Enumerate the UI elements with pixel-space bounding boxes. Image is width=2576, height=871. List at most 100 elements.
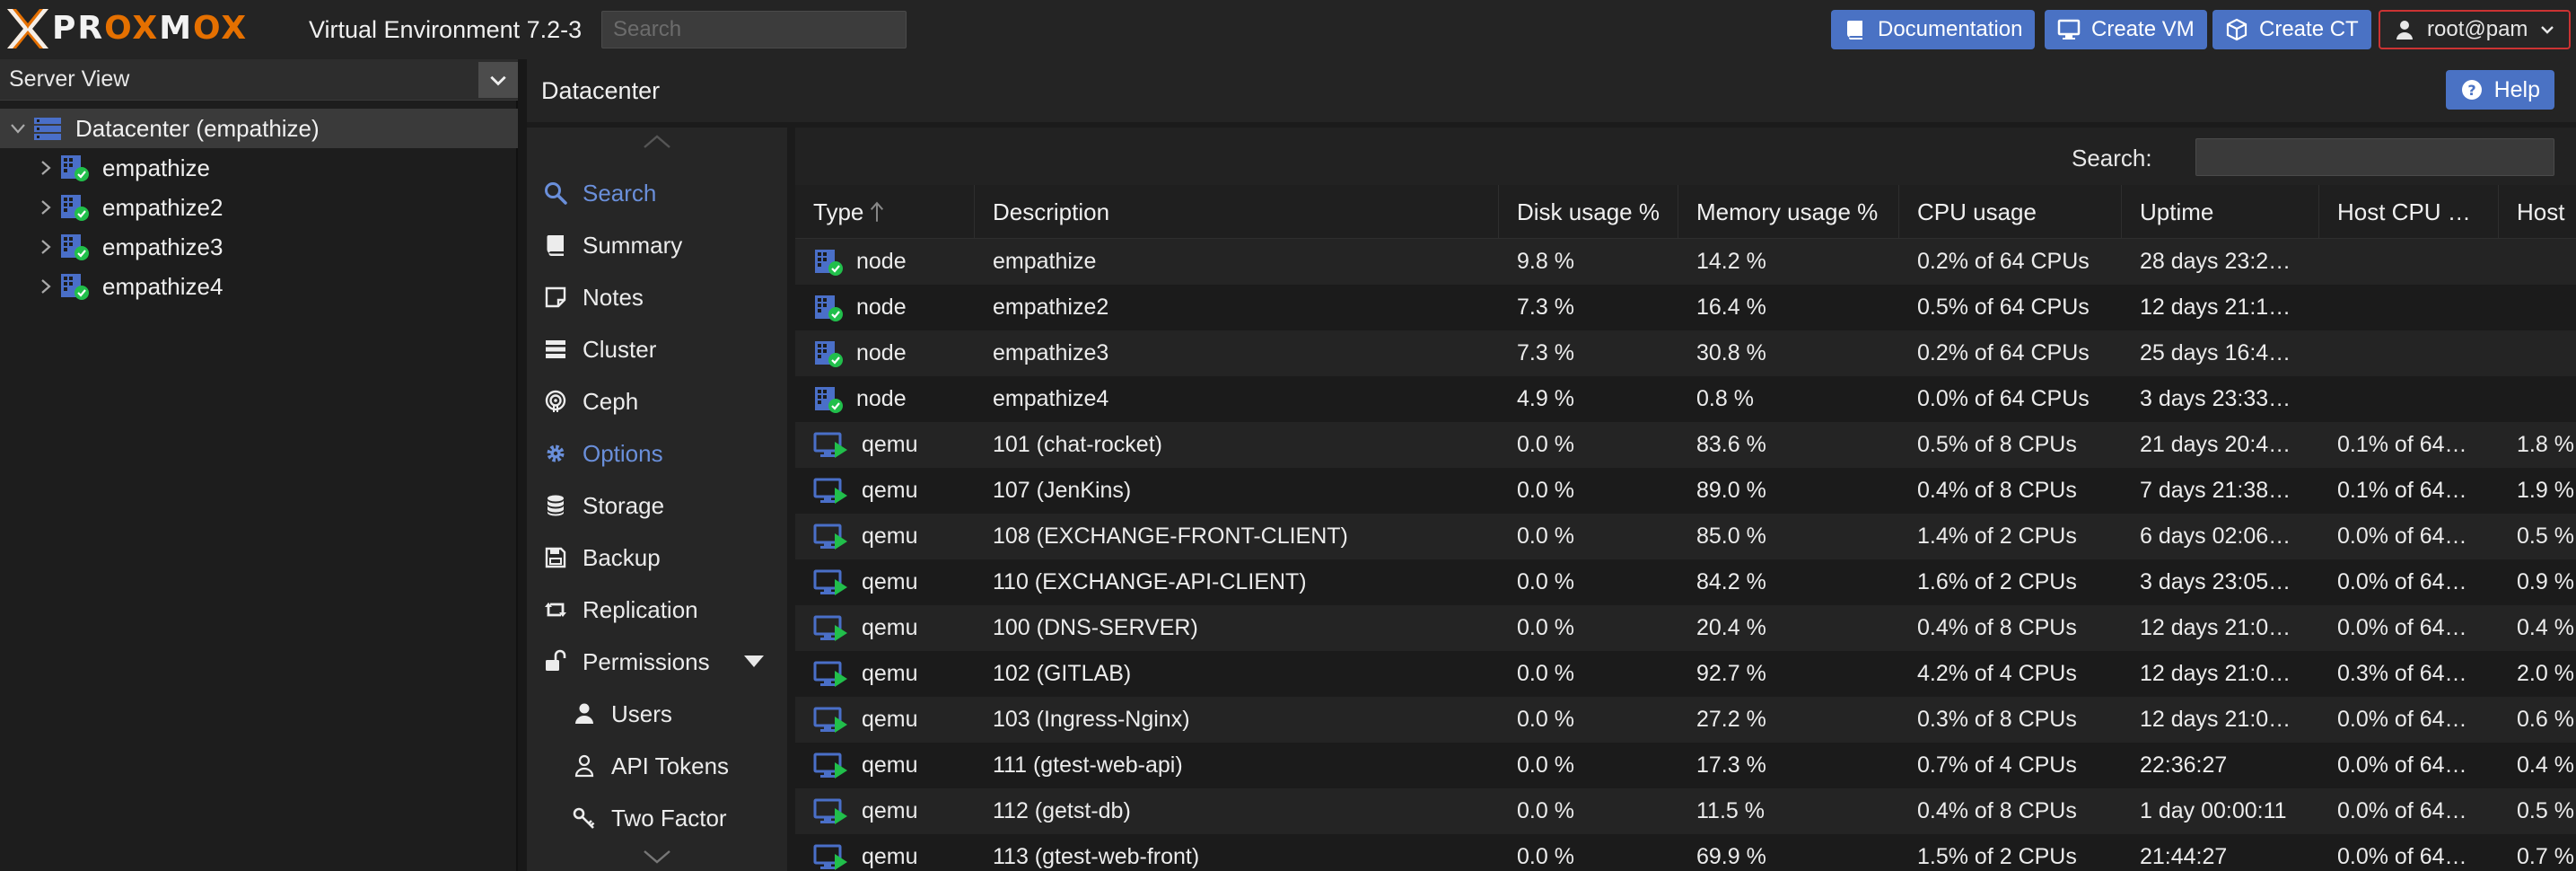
table-row[interactable]: qemu 110 (EXCHANGE-API-CLIENT) 0.0 % 84.2 %… bbox=[795, 559, 2576, 605]
table-row[interactable]: qemu 111 (gtest-web-api) 0.0 % 17.3 % 0.7% o… bbox=[795, 743, 2576, 788]
documentation-button[interactable]: Documentation bbox=[1831, 10, 2036, 49]
cell-mem-text: 11.5 % bbox=[1696, 798, 1765, 823]
view-selector[interactable]: Server View bbox=[0, 59, 518, 101]
nav-scroll-down[interactable] bbox=[527, 844, 787, 869]
cell-hostmem-text: 0.6 % bbox=[2517, 707, 2574, 732]
cell-uptime: 7 days 21:38… bbox=[2122, 468, 2319, 514]
cell-hostmem: 0.7 % bbox=[2499, 834, 2576, 871]
cell-hostcpu-text: 0.0% of 64… bbox=[2337, 615, 2467, 640]
cell-cpu-text: 1.4% of 2 CPUs bbox=[1917, 523, 2077, 549]
tree-node-empathize2[interactable]: empathize2 bbox=[0, 188, 518, 227]
cell-mem-text: 92.7 % bbox=[1696, 661, 1766, 686]
grid-column-header: Type Description Disk usage % Memory usa… bbox=[795, 185, 2576, 239]
column-header-memory[interactable]: Memory usage % bbox=[1678, 185, 1899, 239]
cell-disk-text: 0.0 % bbox=[1517, 844, 1574, 869]
cell-uptime-text: 12 days 21:1… bbox=[2140, 295, 2291, 320]
nav-backup[interactable]: Backup bbox=[527, 532, 787, 583]
cell-disk: 7.3 % bbox=[1499, 330, 1678, 376]
chevron-right-icon[interactable] bbox=[36, 277, 54, 295]
cell-uptime-text: 12 days 21:0… bbox=[2140, 661, 2291, 686]
cell-uptime: 12 days 21:0… bbox=[2122, 605, 2319, 651]
column-header-host-cpu[interactable]: Host CPU … bbox=[2319, 185, 2499, 239]
cell-cpu: 1.5% of 2 CPUs bbox=[1899, 834, 2122, 871]
table-row[interactable]: node empathize 9.8 % 14.2 % 0.2% of 64 CPUs 2… bbox=[795, 239, 2576, 285]
node-online-icon bbox=[61, 274, 89, 300]
cell-disk: 0.0 % bbox=[1499, 697, 1678, 743]
chevron-down-icon[interactable] bbox=[9, 119, 27, 137]
table-row[interactable]: qemu 107 (JenKins) 0.0 % 89.0 % 0.4% of 8 CP… bbox=[795, 468, 2576, 514]
desktop-icon bbox=[2057, 19, 2081, 40]
cell-mem-text: 16.4 % bbox=[1696, 295, 1766, 320]
table-row[interactable]: qemu 102 (GITLAB) 0.0 % 92.7 % 4.2% of 4 CPU… bbox=[795, 651, 2576, 697]
table-row[interactable]: node empathize3 7.3 % 30.8 % 0.2% of 64 CPUs… bbox=[795, 330, 2576, 376]
nav-search[interactable]: Search bbox=[527, 168, 787, 218]
cell-cpu-text: 4.2% of 4 CPUs bbox=[1917, 661, 2077, 686]
table-row[interactable]: node empathize2 7.3 % 16.4 % 0.5% of 64 CPUs… bbox=[795, 285, 2576, 330]
nav-api-tokens[interactable]: API Tokens bbox=[527, 741, 787, 791]
server-icon bbox=[546, 340, 565, 358]
cell-type: qemu bbox=[795, 422, 975, 468]
help-button[interactable]: ? Help bbox=[2445, 70, 2554, 110]
user-outline-icon bbox=[574, 754, 594, 778]
cell-disk: 4.9 % bbox=[1499, 376, 1678, 422]
nav-users[interactable]: Users bbox=[527, 689, 787, 739]
create-vm-button[interactable]: Create VM bbox=[2045, 10, 2207, 49]
chevron-right-icon[interactable] bbox=[36, 159, 54, 177]
caret-down-icon[interactable] bbox=[744, 655, 764, 667]
nav-ceph[interactable]: Ceph bbox=[527, 376, 787, 427]
question-circle-icon: ? bbox=[2461, 80, 2482, 100]
global-search-input[interactable] bbox=[601, 11, 907, 48]
nav-permissions[interactable]: Permissions bbox=[527, 637, 787, 687]
cell-type-text: node bbox=[856, 386, 907, 411]
cell-type-text: qemu bbox=[862, 661, 918, 686]
nav-storage[interactable]: Storage bbox=[527, 480, 787, 531]
nav-replication-label: Replication bbox=[583, 595, 698, 623]
column-header-uptime[interactable]: Uptime bbox=[2122, 185, 2319, 239]
cell-hostmem bbox=[2499, 285, 2576, 330]
column-header-cpu[interactable]: CPU usage bbox=[1899, 185, 2122, 239]
cell-cpu: 1.4% of 2 CPUs bbox=[1899, 514, 2122, 559]
table-row[interactable]: qemu 103 (Ingress-Nginx) 0.0 % 27.2 % 0.3% o… bbox=[795, 697, 2576, 743]
tree-node-empathize4[interactable]: empathize4 bbox=[0, 267, 518, 306]
table-row[interactable]: qemu 112 (getst-db) 0.0 % 11.5 % 0.4% of 8 C… bbox=[795, 788, 2576, 834]
chevron-right-icon[interactable] bbox=[36, 198, 54, 216]
table-row[interactable]: node empathize4 4.9 % 0.8 % 0.0% of 64 CPUs 3… bbox=[795, 376, 2576, 422]
chevron-up-icon bbox=[644, 135, 670, 148]
version-label: Virtual Environment 7.2-3 bbox=[309, 16, 583, 43]
cell-disk-text: 0.0 % bbox=[1517, 523, 1574, 549]
cell-desc: empathize bbox=[975, 239, 1499, 285]
cell-hostcpu: 0.0% of 64… bbox=[2319, 697, 2499, 743]
cell-type: qemu bbox=[795, 651, 975, 697]
table-row[interactable]: qemu 108 (EXCHANGE-FRONT-CLIENT) 0.0 % 85.0… bbox=[795, 514, 2576, 559]
tree-node-empathize[interactable]: empathize bbox=[0, 148, 518, 188]
chevron-right-icon[interactable] bbox=[36, 238, 54, 256]
column-header-disk[interactable]: Disk usage % bbox=[1499, 185, 1678, 239]
nav-summary[interactable]: Summary bbox=[527, 220, 787, 270]
table-row[interactable]: qemu 100 (DNS-SERVER) 0.0 % 20.4 % 0.4% of 8… bbox=[795, 605, 2576, 651]
nav-replication[interactable]: Replication bbox=[527, 585, 787, 635]
table-row[interactable]: qemu 101 (chat-rocket) 0.0 % 83.6 % 0.5% of … bbox=[795, 422, 2576, 468]
grid-search-input[interactable] bbox=[2195, 138, 2554, 176]
database-icon bbox=[548, 495, 564, 516]
nav-scroll-up[interactable] bbox=[527, 129, 787, 154]
tree-node-empathize3[interactable]: empathize3 bbox=[0, 227, 518, 267]
tree-datacenter[interactable]: Datacenter (empathize) bbox=[0, 109, 518, 148]
column-header-host-memory[interactable]: Host bbox=[2499, 185, 2576, 239]
nav-notes[interactable]: Notes bbox=[527, 272, 787, 322]
nav-summary-label: Summary bbox=[583, 231, 683, 259]
user-menu-button[interactable]: root@pam bbox=[2379, 10, 2572, 49]
table-row[interactable]: qemu 113 (gtest-web-front) 0.0 % 69.9 % 1.5%… bbox=[795, 834, 2576, 871]
cell-type: qemu bbox=[795, 514, 975, 559]
nav-cluster[interactable]: Cluster bbox=[527, 324, 787, 374]
cell-uptime-text: 12 days 21:0… bbox=[2140, 615, 2291, 640]
cell-hostmem bbox=[2499, 376, 2576, 422]
column-header-host-cpu-label: Host CPU … bbox=[2337, 198, 2471, 225]
cell-desc-text: 102 (GITLAB) bbox=[993, 661, 1132, 686]
create-ct-button[interactable]: Create CT bbox=[2212, 10, 2371, 49]
column-header-description[interactable]: Description bbox=[975, 185, 1499, 239]
column-header-type[interactable]: Type bbox=[795, 185, 975, 239]
view-selector-dropdown[interactable] bbox=[478, 62, 518, 98]
nav-options[interactable]: Options bbox=[527, 428, 787, 479]
nav-two-factor[interactable]: Two Factor bbox=[527, 793, 787, 843]
cell-disk: 0.0 % bbox=[1499, 788, 1678, 834]
